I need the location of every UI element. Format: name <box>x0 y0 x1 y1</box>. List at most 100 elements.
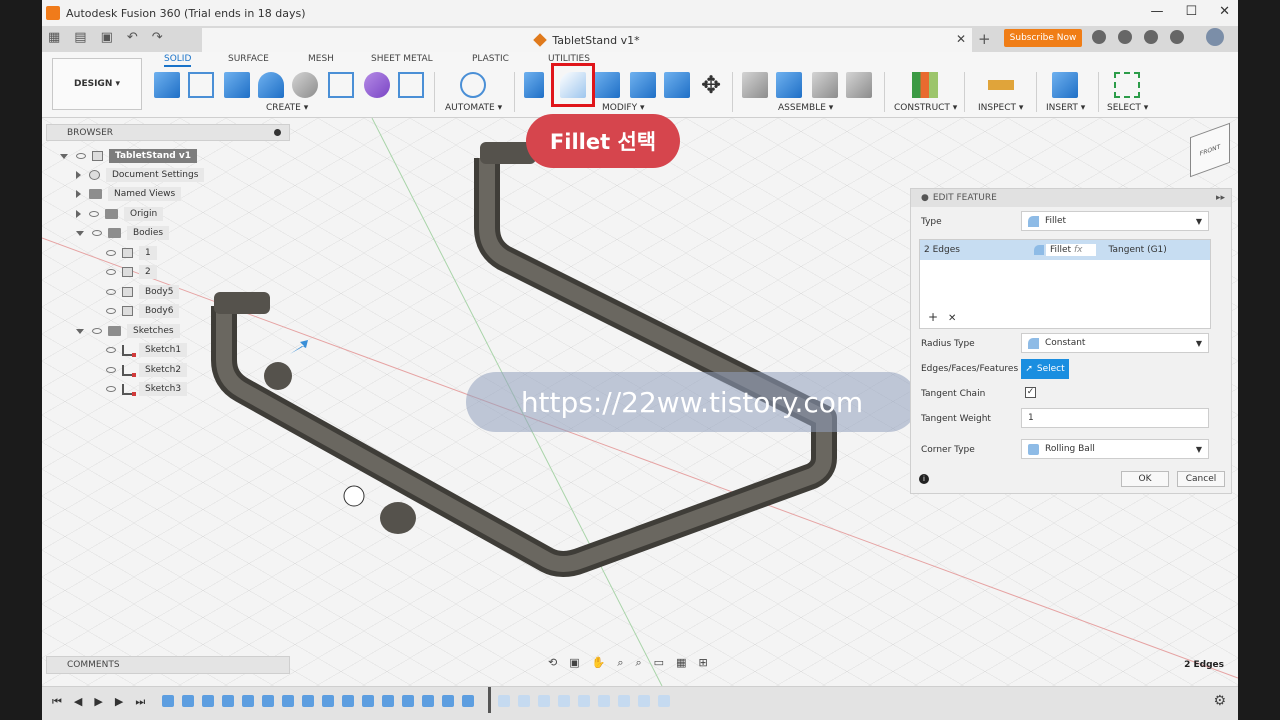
draft-icon[interactable] <box>664 72 690 98</box>
expand-arrow-icon[interactable] <box>60 153 68 159</box>
tab-solid[interactable]: SOLID <box>164 54 192 67</box>
help-icon[interactable] <box>1170 30 1184 44</box>
tree-item-sketch2[interactable]: Sketch2 <box>106 362 188 378</box>
timeline-marker[interactable] <box>488 687 491 713</box>
timeline-feature[interactable] <box>538 695 550 707</box>
corner-type-dropdown[interactable]: Rolling Ball ▼ <box>1021 439 1209 459</box>
visibility-icon[interactable] <box>106 250 116 256</box>
timeline-feature[interactable] <box>422 695 434 707</box>
file-menu-icon[interactable]: ▤ <box>74 30 86 45</box>
tree-item-sketch1[interactable]: Sketch1 <box>106 342 188 358</box>
radius-type-dropdown[interactable]: Constant ▼ <box>1021 333 1209 353</box>
cancel-button[interactable]: Cancel <box>1177 471 1225 487</box>
tree-item-sketch3[interactable]: Sketch3 <box>106 381 188 397</box>
tree-item-bodies[interactable]: Bodies <box>76 225 170 241</box>
expand-panel-icon[interactable]: ▸▸ <box>1216 193 1225 203</box>
fit-icon[interactable]: ⌕ <box>636 656 642 670</box>
form-icon[interactable] <box>364 72 390 98</box>
close-window-button[interactable]: ✕ <box>1219 4 1230 19</box>
assemble-group-label[interactable]: ASSEMBLE ▾ <box>778 103 833 113</box>
timeline-feature[interactable] <box>202 695 214 707</box>
timeline-feature[interactable] <box>518 695 530 707</box>
subscribe-button[interactable]: Subscribe Now <box>1004 29 1082 47</box>
visibility-icon[interactable] <box>89 211 99 217</box>
add-button[interactable]: + <box>928 310 938 324</box>
tangent-weight-input[interactable]: 1 <box>1021 408 1209 428</box>
timeline-feature[interactable] <box>302 695 314 707</box>
chamfer-icon[interactable] <box>594 72 620 98</box>
expand-arrow-icon[interactable] <box>76 328 84 334</box>
timeline-feature[interactable] <box>342 695 354 707</box>
tree-item-origin[interactable]: Origin <box>76 206 164 222</box>
comments-panel-header[interactable]: COMMENTS <box>46 656 290 674</box>
new-component-icon[interactable] <box>154 72 180 98</box>
left-hook[interactable] <box>214 292 270 314</box>
minimize-button[interactable]: — <box>1150 4 1163 19</box>
move-copy-icon[interactable]: ✥ <box>698 72 724 98</box>
grid-settings-icon[interactable]: ▦ <box>676 656 686 670</box>
type-dropdown[interactable]: Fillet ▼ <box>1021 211 1209 231</box>
timeline-feature[interactable] <box>442 695 454 707</box>
edit-feature-header[interactable]: ● EDIT FEATURE ▸▸ <box>911 189 1231 207</box>
info-icon[interactable]: i <box>919 474 929 484</box>
measure-icon[interactable] <box>988 80 1014 90</box>
insert-group-label[interactable]: INSERT ▾ <box>1046 103 1085 113</box>
tab-mesh[interactable]: MESH <box>308 54 334 64</box>
timeline-feature[interactable] <box>462 695 474 707</box>
extrude-icon[interactable] <box>224 72 250 98</box>
viewports-icon[interactable]: ⊞ <box>698 656 707 670</box>
play-icon[interactable]: ▶ <box>94 695 102 709</box>
timeline-feature[interactable] <box>382 695 394 707</box>
orbit-icon[interactable]: ⟲ <box>548 656 557 670</box>
expand-arrow-icon[interactable] <box>76 171 81 179</box>
tab-plastic[interactable]: PLASTIC <box>472 54 509 64</box>
insert-image-icon[interactable] <box>1052 72 1078 98</box>
notifications-icon[interactable] <box>1144 30 1158 44</box>
zoom-icon[interactable]: ⌕ <box>617 656 623 670</box>
visibility-icon[interactable] <box>92 230 102 236</box>
tangent-chain-checkbox[interactable]: ✓ <box>1025 387 1036 398</box>
shell-icon[interactable] <box>630 72 656 98</box>
step-forward-icon[interactable]: ▶ <box>115 695 123 709</box>
data-panel-icon[interactable]: ▦ <box>48 30 60 45</box>
timeline-feature[interactable] <box>402 695 414 707</box>
expand-arrow-icon[interactable] <box>76 230 84 236</box>
visibility-icon[interactable] <box>106 289 116 295</box>
tab-sheet-metal[interactable]: SHEET METAL <box>371 54 433 64</box>
tree-item-body-1[interactable]: 1 <box>106 245 157 261</box>
automate-icon[interactable] <box>460 72 486 98</box>
as-built-joint-icon[interactable] <box>812 72 838 98</box>
modify-group-label[interactable]: MODIFY ▾ <box>602 103 645 113</box>
ok-button[interactable]: OK <box>1121 471 1169 487</box>
select-group-label[interactable]: SELECT ▾ <box>1107 103 1148 113</box>
close-tab-icon[interactable]: ✕ <box>956 32 966 46</box>
maximize-button[interactable]: ☐ <box>1185 4 1197 19</box>
tablet-stand-body[interactable] <box>211 142 837 577</box>
timeline-feature[interactable] <box>182 695 194 707</box>
automate-group-label[interactable]: AUTOMATE ▾ <box>445 103 502 113</box>
new-component-assemble-icon[interactable] <box>776 72 802 98</box>
select-tool-icon[interactable] <box>1114 72 1140 98</box>
visibility-icon[interactable] <box>106 386 116 392</box>
pivot-handle-icon[interactable] <box>343 485 365 507</box>
timeline-feature[interactable] <box>262 695 274 707</box>
visibility-icon[interactable] <box>92 328 102 334</box>
go-to-start-icon[interactable]: ⏮ <box>52 695 62 709</box>
press-pull-icon[interactable] <box>524 72 544 98</box>
peg-upper[interactable] <box>264 362 292 390</box>
undo-icon[interactable]: ↶ <box>127 30 138 45</box>
timeline-feature[interactable] <box>362 695 374 707</box>
timeline-feature[interactable] <box>658 695 670 707</box>
create-sketch-icon[interactable] <box>188 72 214 98</box>
document-tab[interactable]: TabletStand v1* ✕ <box>202 28 972 52</box>
revolve-icon[interactable] <box>258 72 284 98</box>
timeline-feature[interactable] <box>638 695 650 707</box>
workspace-switcher[interactable]: DESIGN ▾ <box>52 58 142 110</box>
visibility-icon[interactable] <box>106 269 116 275</box>
construct-plane-icon[interactable] <box>912 72 938 98</box>
tree-item-named-views[interactable]: Named Views <box>76 186 182 202</box>
tree-item-document-settings[interactable]: Document Settings <box>76 167 205 183</box>
tree-item-body6[interactable]: Body6 <box>106 303 180 319</box>
fillet-name-field[interactable]: Fillet <box>1046 244 1096 256</box>
display-settings-icon[interactable]: ▭ <box>654 656 664 670</box>
